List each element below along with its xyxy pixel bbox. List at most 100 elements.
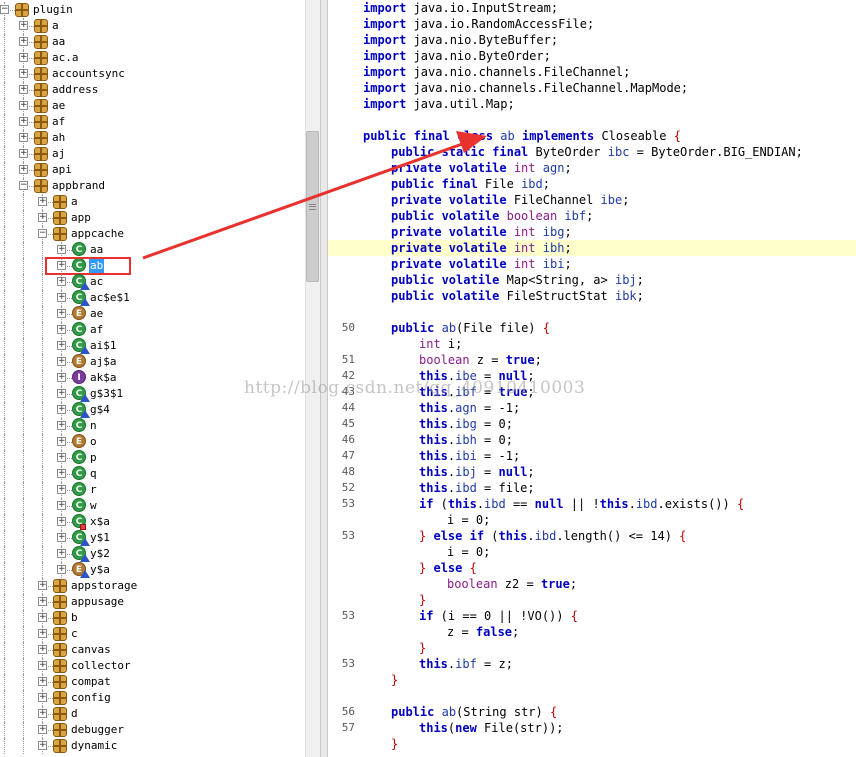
code-line[interactable]: 45 this.ibg = 0; [328,416,856,432]
code-line[interactable]: 53} else if (this.ibd.length() <= 14) { [328,528,856,544]
expand-icon[interactable]: + [57,469,66,478]
expand-icon[interactable]: + [19,53,28,62]
expand-icon[interactable]: + [57,357,66,366]
tree-item-label[interactable]: config [70,691,112,705]
tree-class-row[interactable]: + Caa [0,242,305,258]
code-line[interactable]: i = 0; [328,512,856,528]
code-line[interactable]: 57 this(new File(str)); [328,720,856,736]
tree-item-label[interactable]: aa [89,243,104,257]
expand-icon[interactable]: + [38,197,47,206]
expand-icon[interactable]: + [57,421,66,430]
tree-item-label[interactable]: a [51,19,60,33]
expand-icon[interactable]: + [38,693,47,702]
expand-icon[interactable]: + [19,165,28,174]
tree-item-label[interactable]: address [51,83,99,97]
tree-package-row[interactable]: + ae [0,98,305,114]
code-line[interactable]: public static final ByteOrder ibc = Byte… [328,144,856,160]
tree-item-label[interactable]: af [89,323,104,337]
tree-class-row[interactable]: + Cac$e$1 [0,290,305,306]
expand-icon[interactable]: + [38,725,47,734]
expand-icon[interactable]: + [57,405,66,414]
tree-class-row[interactable]: + Cw [0,498,305,514]
expand-icon[interactable]: + [38,597,47,606]
tree-package-row[interactable]: + ah [0,130,305,146]
expand-icon[interactable]: + [19,149,28,158]
code-line[interactable]: public final File ibd; [328,176,856,192]
tree-item-label[interactable]: accountsync [51,67,126,81]
code-line[interactable]: i = 0; [328,544,856,560]
expand-icon[interactable]: + [57,309,66,318]
tree-item-label[interactable]: ac [89,275,104,289]
tree-package-row[interactable]: + appusage [0,594,305,610]
expand-icon[interactable]: + [19,37,28,46]
code-line[interactable]: import java.nio.channels.FileChannel.Map… [328,80,856,96]
tree-class-row[interactable]: + Caf [0,322,305,338]
tree-package-row[interactable]: + app [0,210,305,226]
expand-icon[interactable]: + [57,293,66,302]
tree-package-row[interactable]: + address [0,82,305,98]
tree-class-row[interactable]: + Eae [0,306,305,322]
code-line[interactable]: private volatile int ibh; [328,240,856,256]
code-line[interactable]: 48 this.ibj = null; [328,464,856,480]
tree-package-row[interactable]: − plugin [0,2,305,18]
code-line[interactable]: import java.util.Map; [328,96,856,112]
tree-package-row[interactable]: + c [0,626,305,642]
tree-class-row[interactable]: + Cp [0,450,305,466]
tree-item-label[interactable]: appusage [70,595,125,609]
tree-class-row[interactable]: + Eaj$a [0,354,305,370]
code-line[interactable]: } [328,592,856,608]
tree-item-label[interactable]: aj$a [89,355,118,369]
expand-icon[interactable]: + [38,645,47,654]
code-line[interactable]: 50 public ab(File file) { [328,320,856,336]
expand-icon[interactable]: + [57,373,66,382]
tree-item-label[interactable]: r [89,483,98,497]
tree-package-row[interactable]: + d [0,706,305,722]
expand-icon[interactable]: + [38,709,47,718]
tree-item-label[interactable]: d [70,707,79,721]
tree-item-label[interactable]: aj [51,147,66,161]
tree-package-row[interactable]: + debugger [0,722,305,738]
expand-icon[interactable]: + [57,341,66,350]
tree-package-row[interactable]: + compat [0,674,305,690]
tree-item-label[interactable]: b [70,611,79,625]
code-line[interactable]: private volatile FileChannel ibe; [328,192,856,208]
tree-item-label[interactable]: plugin [32,3,74,17]
code-line[interactable] [328,112,856,128]
tree-package-row[interactable]: + b [0,610,305,626]
code-line[interactable]: z = false; [328,624,856,640]
tree-item-label[interactable]: x$a [89,515,111,529]
expand-icon[interactable]: + [38,741,47,750]
tree-package-row[interactable]: + dynamic [0,738,305,754]
tree-item-label[interactable]: aa [51,35,66,49]
tree-class-row[interactable]: + Eo [0,434,305,450]
expand-icon[interactable]: + [57,389,66,398]
code-line[interactable]: } [328,736,856,752]
tree-class-row[interactable]: + Cr [0,482,305,498]
tree-item-label[interactable]: ac.a [51,51,80,65]
tree-item-label[interactable]: y$1 [89,531,111,545]
expand-icon[interactable]: + [19,101,28,110]
code-line[interactable]: } [328,672,856,688]
expand-icon[interactable]: + [38,677,47,686]
expand-icon[interactable]: + [57,245,66,254]
code-line[interactable]: private volatile int agn; [328,160,856,176]
tree-class-row[interactable]: + Cy$2 [0,546,305,562]
expand-icon[interactable]: + [57,501,66,510]
code-line[interactable]: 51 boolean z = true; [328,352,856,368]
tree-package-row[interactable]: + config [0,690,305,706]
tree-package-row[interactable]: + appstorage [0,578,305,594]
expand-icon[interactable]: + [19,85,28,94]
expand-icon[interactable]: + [38,213,47,222]
code-line[interactable]: private volatile int ibg; [328,224,856,240]
tree-class-row[interactable]: + Cai$1 [0,338,305,354]
expand-icon[interactable]: + [57,549,66,558]
code-line[interactable]: 46 this.ibh = 0; [328,432,856,448]
code-line[interactable] [328,688,856,704]
expand-icon[interactable]: + [19,117,28,126]
expand-icon[interactable]: + [57,565,66,574]
code-line[interactable] [328,304,856,320]
code-line[interactable]: import java.io.InputStream; [328,0,856,16]
tree-class-row[interactable]: + Cac [0,274,305,290]
code-line[interactable]: 53 if (this.ibd == null || !this.ibd.exis… [328,496,856,512]
tree-package-row[interactable]: + collector [0,658,305,674]
